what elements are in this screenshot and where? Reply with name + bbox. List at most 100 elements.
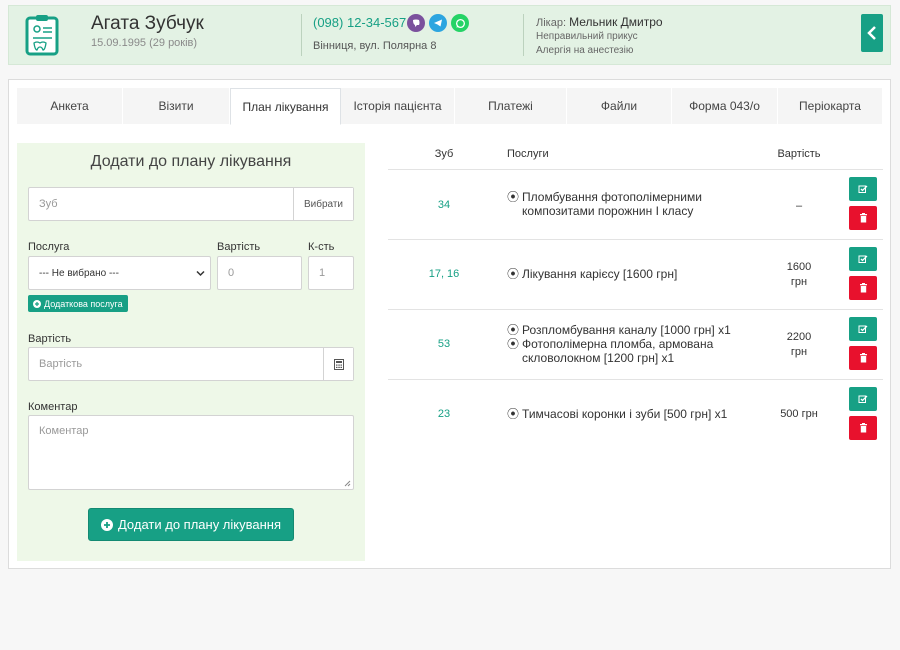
service-text: Лікування карієсу [1600 грн] xyxy=(522,267,678,281)
comment-label: Коментар xyxy=(28,401,78,413)
comment-placeholder: Коментар xyxy=(39,425,89,437)
patient-note: Неправильний прикус xyxy=(536,31,638,42)
delete-button[interactable] xyxy=(849,276,877,300)
patient-card-icon xyxy=(25,15,59,56)
tab-anketa[interactable]: Анкета xyxy=(17,88,123,124)
tab-patient-history[interactable]: Історія пацієнта xyxy=(341,88,455,124)
cost-input[interactable]: 0 xyxy=(217,256,302,290)
calculator-button[interactable] xyxy=(323,348,353,380)
service-item: ⦿ Лікування карієсу [1600 грн] xyxy=(507,267,757,281)
tooth-placeholder: Зуб xyxy=(39,198,58,210)
row-services: ⦿ Розпломбування каналу [1000 грн] x1 ⦿ … xyxy=(507,323,757,365)
calculator-icon xyxy=(333,358,344,370)
edit-icon xyxy=(858,255,868,263)
edit-icon xyxy=(858,395,868,403)
row-tooth: 23 xyxy=(437,408,451,420)
patient-name: Агата Зубчук xyxy=(91,13,204,34)
whatsapp-icon[interactable] xyxy=(451,14,469,32)
tab-files[interactable]: Файли xyxy=(567,88,672,124)
cost-currency: грн xyxy=(790,346,808,358)
service-item: ⦿ Пломбування фотополімерними композитам… xyxy=(507,190,757,218)
cost-input-value: 0 xyxy=(228,267,235,279)
row-services: ⦿ Пломбування фотополімерними композитам… xyxy=(507,190,757,218)
viber-icon[interactable] xyxy=(407,14,425,32)
trash-icon xyxy=(859,213,867,223)
add-to-plan-label: Додати до плану лікування xyxy=(117,517,282,532)
tab-periochart[interactable]: Періокарта xyxy=(778,88,883,124)
service-text: Пломбування фотополімерними композитами … xyxy=(522,190,702,218)
doctor-info: Лікар: Мельник Дмитро xyxy=(536,15,663,29)
target-icon: ⦿ xyxy=(507,407,520,421)
qty-input[interactable]: 1 xyxy=(308,256,354,290)
doctor-name: Мельник Дмитро xyxy=(569,15,663,29)
service-select[interactable]: --- Не вибрано --- xyxy=(28,256,211,290)
main-card: Анкета Візити План лікування Історія пац… xyxy=(8,79,891,569)
comment-textarea[interactable]: Коментар xyxy=(28,415,354,490)
row-divider xyxy=(388,379,883,380)
resize-handle-icon[interactable] xyxy=(344,480,351,487)
delete-button[interactable] xyxy=(849,416,877,440)
row-cost: 1600 грн xyxy=(764,260,834,290)
total-cost-placeholder: Вартість xyxy=(39,358,83,370)
add-extra-service-button[interactable]: Додаткова послуга xyxy=(28,295,128,312)
total-cost-input[interactable]: Вартість xyxy=(28,347,354,381)
cost-amount: 2200 xyxy=(786,331,812,343)
service-label: Послуга xyxy=(28,241,70,253)
row-tooth: 53 xyxy=(437,338,451,350)
add-to-plan-button[interactable]: Додати до плану лікування xyxy=(88,508,294,541)
chevron-left-icon xyxy=(867,26,876,40)
target-icon: ⦿ xyxy=(507,323,520,337)
patient-address: Вінниця, вул. Полярна 8 xyxy=(313,40,437,52)
tab-form-043[interactable]: Форма 043/о xyxy=(672,88,778,124)
plus-circle-icon xyxy=(33,299,41,308)
service-text: Фотополімерна пломба, армована скловолок… xyxy=(522,337,714,365)
cost-currency: грн xyxy=(790,276,808,288)
row-services: ⦿ Лікування карієсу [1600 грн] xyxy=(507,267,757,281)
delete-button[interactable] xyxy=(849,206,877,230)
edit-button[interactable] xyxy=(849,317,877,341)
collapse-button[interactable] xyxy=(861,14,883,52)
target-icon: ⦿ xyxy=(507,267,520,281)
qty-input-value: 1 xyxy=(319,267,326,279)
total-cost-label: Вартість xyxy=(28,333,72,345)
header-divider xyxy=(301,14,302,56)
doctor-label: Лікар: xyxy=(536,17,567,29)
row-cost: 500 грн xyxy=(780,408,818,420)
patient-note: Алергія на анестезію xyxy=(536,45,634,56)
trash-icon xyxy=(859,423,867,433)
service-item: ⦿ Тимчасові коронки і зуби [500 грн] x1 xyxy=(507,407,757,421)
telegram-icon[interactable] xyxy=(429,14,447,32)
col-header-services: Послуги xyxy=(507,148,549,160)
trash-icon xyxy=(859,283,867,293)
row-divider xyxy=(388,239,883,240)
qty-label: К-сть xyxy=(308,241,335,253)
row-divider xyxy=(388,309,883,310)
edit-button[interactable] xyxy=(849,177,877,201)
edit-icon xyxy=(858,185,868,193)
service-text: Тимчасові коронки і зуби [500 грн] x1 xyxy=(522,407,728,421)
service-item: ⦿ Фотополімерна пломба, армована скловол… xyxy=(507,337,757,365)
tab-bar: Анкета Візити План лікування Історія пац… xyxy=(17,88,883,125)
header-divider xyxy=(523,14,524,56)
edit-icon xyxy=(858,325,868,333)
row-cost: 2200 грн xyxy=(764,330,834,360)
tab-treatment-plan[interactable]: План лікування xyxy=(230,88,341,125)
patient-dob: 15.09.1995 (29 років) xyxy=(91,37,198,49)
tab-visits[interactable]: Візити xyxy=(123,88,230,124)
row-tooth: 34 xyxy=(437,199,451,211)
delete-button[interactable] xyxy=(849,346,877,370)
form-title: Додати до плану лікування xyxy=(90,153,292,170)
trash-icon xyxy=(859,353,867,363)
col-header-tooth: Зуб xyxy=(434,148,454,160)
cost-amount: 1600 xyxy=(786,261,812,273)
tab-payments[interactable]: Платежі xyxy=(455,88,567,124)
patient-phone[interactable]: (098) 12-34-567 xyxy=(313,15,406,30)
edit-button[interactable] xyxy=(849,247,877,271)
plus-circle-icon xyxy=(100,518,113,531)
add-to-plan-form: Додати до плану лікування Зуб Вибрати По… xyxy=(17,143,365,561)
tooth-select-button[interactable]: Вибрати xyxy=(293,188,353,220)
edit-button[interactable] xyxy=(849,387,877,411)
row-divider xyxy=(388,169,883,170)
extra-service-label: Додаткова послуга xyxy=(44,298,123,309)
service-text: Розпломбування каналу [1000 грн] x1 xyxy=(522,323,731,337)
